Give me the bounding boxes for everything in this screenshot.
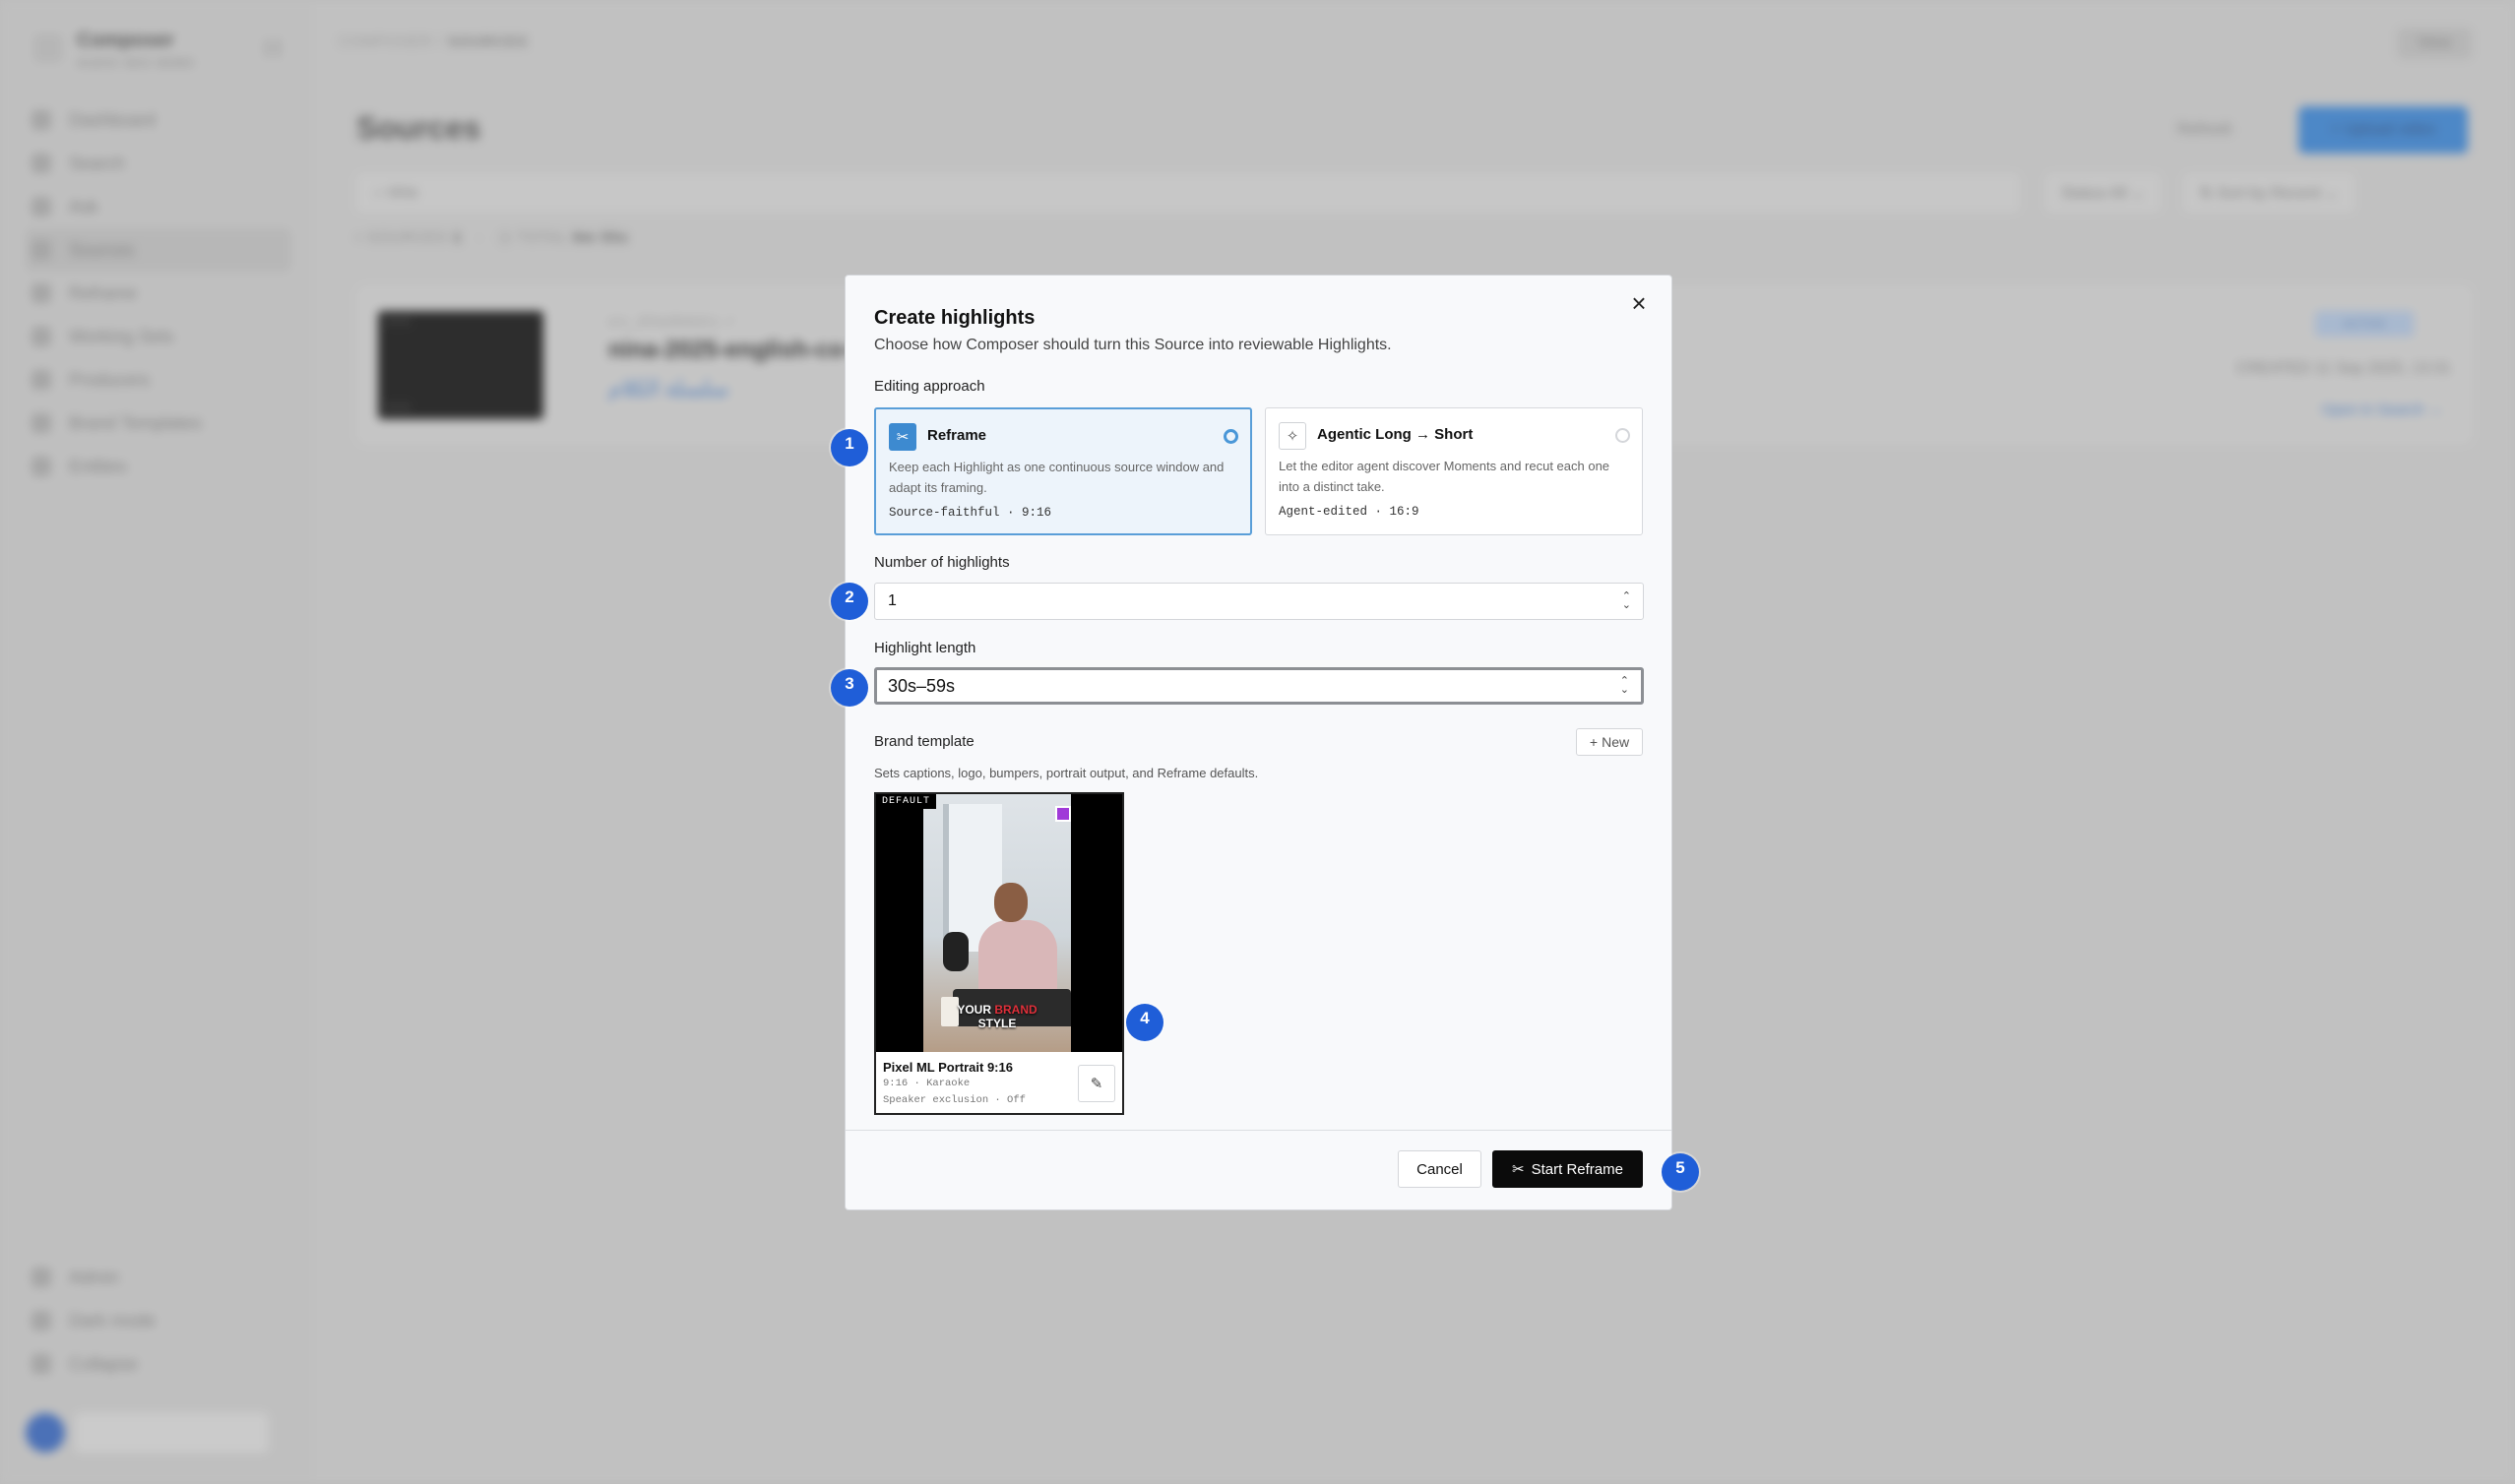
plus-icon: + xyxy=(1589,734,1599,750)
caption-word: STYLE xyxy=(977,1017,1017,1030)
footer-divider xyxy=(846,1130,1671,1131)
callout-marker-5: 5 xyxy=(1662,1153,1699,1191)
dialog-title: Create highlights xyxy=(874,307,1036,329)
start-reframe-label: Start Reframe xyxy=(1531,1160,1623,1178)
caption-preview: YOUR BRAND STYLE xyxy=(923,1003,1071,1030)
dialog-description: Choose how Composer should turn this Sou… xyxy=(874,337,1392,353)
microphone-icon xyxy=(943,932,969,971)
template-preview-image: YOUR BRAND STYLE DEFAULT xyxy=(876,794,1122,1052)
option-description: Let the editor agent discover Moments an… xyxy=(1279,459,1610,494)
highlight-count-label: Number of highlights xyxy=(874,554,1010,571)
podcast-host-photo: YOUR BRAND STYLE xyxy=(923,794,1071,1052)
callout-marker-4: 4 xyxy=(1126,1004,1163,1041)
option-meta: Source-faithful · 9:16 xyxy=(889,506,1052,520)
option-description: Keep each Highlight as one continuous so… xyxy=(889,460,1225,495)
callout-marker-3: 3 xyxy=(831,669,868,707)
option-agentic-long-short[interactable]: ✧ Agentic Long → Short Let the editor ag… xyxy=(1265,407,1643,535)
photo-person-body xyxy=(978,920,1057,999)
photo-person-head xyxy=(994,883,1028,922)
brand-template-card[interactable]: YOUR BRAND STYLE DEFAULT Pixel ML Portra… xyxy=(874,792,1124,1115)
brand-logo-icon xyxy=(1055,806,1071,822)
chevron-updown-icon: ⌃ ⌄ xyxy=(1619,675,1629,696)
callout-marker-2: 2 xyxy=(831,583,868,620)
highlight-count-select[interactable]: 1 ⌃ ⌄ xyxy=(874,583,1644,620)
editing-approach-label: Editing approach xyxy=(874,378,985,395)
callout-marker-1: 1 xyxy=(831,429,868,466)
close-icon[interactable]: × xyxy=(1624,289,1654,319)
highlight-length-label: Highlight length xyxy=(874,640,976,656)
highlight-length-value: 30s–59s xyxy=(888,675,956,696)
template-meta-speaker: Speaker exclusion · Off xyxy=(883,1094,1026,1106)
template-meta-format: 9:16 · Karaoke xyxy=(883,1078,971,1089)
new-template-label: New xyxy=(1602,734,1630,750)
caption-word-highlighted: BRAND xyxy=(994,1003,1037,1017)
option-title: Reframe xyxy=(927,427,987,444)
sparkles-icon: ✧ xyxy=(1279,422,1306,450)
scissors-icon: ✂ xyxy=(889,423,916,451)
option-reframe[interactable]: ✂ Reframe Keep each Highlight as one con… xyxy=(874,407,1252,535)
new-template-button[interactable]: + New xyxy=(1576,728,1643,756)
option-meta: Agent-edited · 16:9 xyxy=(1279,505,1419,519)
highlight-length-select[interactable]: 30s–59s ⌃ ⌄ xyxy=(874,667,1644,705)
brand-template-label: Brand template xyxy=(874,733,975,750)
start-reframe-button[interactable]: ✂ Start Reframe xyxy=(1492,1150,1643,1188)
pencil-icon[interactable]: ✎ xyxy=(1078,1065,1115,1102)
option-radio[interactable] xyxy=(1224,429,1238,444)
chevron-updown-icon: ⌃ ⌄ xyxy=(1621,590,1631,611)
brand-template-hint: Sets captions, logo, bumpers, portrait o… xyxy=(874,766,1259,780)
default-badge: DEFAULT xyxy=(876,794,937,809)
highlight-count-value: 1 xyxy=(888,592,897,609)
cancel-button[interactable]: Cancel xyxy=(1398,1150,1481,1188)
caption-word: YOUR xyxy=(957,1003,995,1017)
scissors-icon: ✂ xyxy=(1512,1161,1525,1178)
option-title: Agentic Long → Short xyxy=(1317,426,1474,443)
create-highlights-dialog: × Create highlights Choose how Composer … xyxy=(845,275,1672,1210)
template-name: Pixel ML Portrait 9:16 xyxy=(883,1060,1013,1075)
option-radio[interactable] xyxy=(1615,428,1630,443)
